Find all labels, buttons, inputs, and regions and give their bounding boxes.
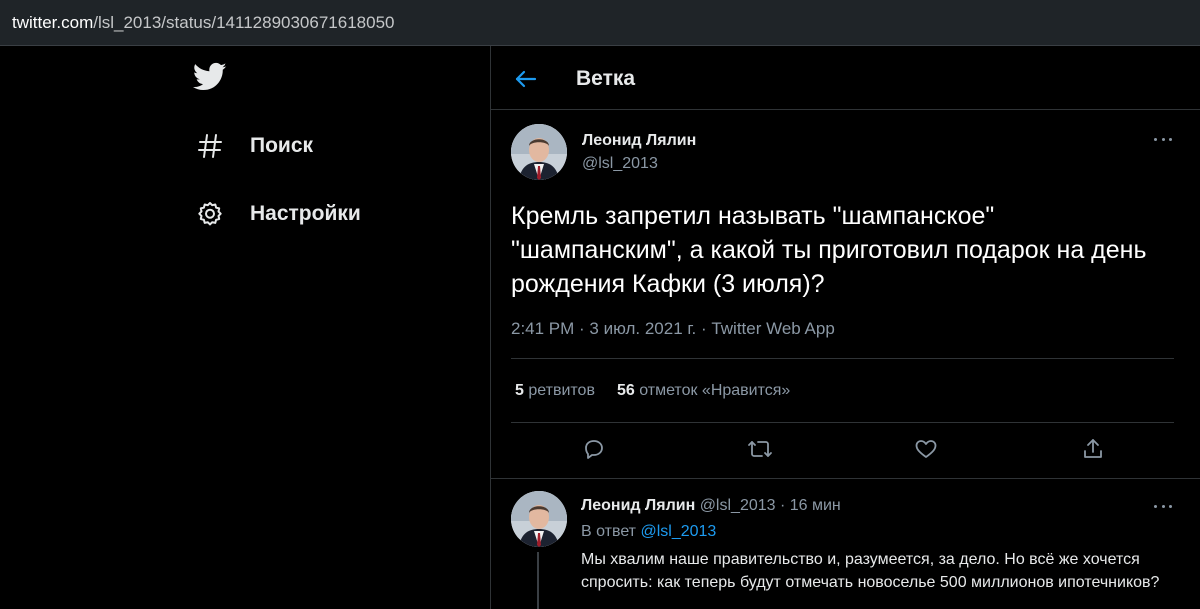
author-handle[interactable]: @lsl_2013 (582, 155, 658, 173)
url-host: twitter.com (12, 13, 94, 32)
retweets-stat[interactable]: 5 ретвитов (515, 382, 595, 400)
page-title: Ветка (576, 67, 636, 90)
more-icon[interactable] (1151, 499, 1175, 513)
tweet-timestamp[interactable]: 2:41 PM · 3 июл. 2021 г. · Twitter Web A… (511, 319, 835, 339)
retweets-count: 5 (515, 382, 524, 399)
author-name[interactable]: Леонид Лялин (581, 497, 695, 514)
reply-to: В ответ @lsl_2013 (581, 523, 716, 541)
gear-icon (194, 198, 226, 230)
divider (491, 478, 1200, 479)
avatar[interactable] (511, 491, 567, 547)
reply-header: Леонид Лялин @lsl_2013 · 16 мин (581, 497, 841, 515)
avatar[interactable] (511, 124, 567, 180)
thread-line (537, 552, 539, 609)
tweet-stats: 5 ретвитов 56 отметок «Нравится» (515, 382, 790, 400)
author-name[interactable]: Леонид Лялин (582, 132, 696, 150)
share-button[interactable] (1078, 436, 1108, 466)
page-header: Ветка (491, 46, 1200, 110)
hashtag-icon (194, 130, 226, 162)
sidebar-item-search[interactable]: Поиск (194, 126, 313, 166)
likes-stat[interactable]: 56 отметок «Нравится» (617, 382, 790, 400)
sidebar-item-label: Поиск (250, 134, 314, 157)
reply-icon (582, 437, 606, 466)
main-column: Ветка Леонид Лялин @lsl_2013 Кремль запр… (491, 46, 1200, 609)
sidebar-item-label: Настройки (250, 202, 361, 225)
reply-button[interactable] (579, 436, 609, 466)
browser-address-bar[interactable]: twitter.com/lsl_2013/status/141128903067… (0, 0, 1200, 46)
retweet-icon (747, 437, 773, 466)
back-arrow-icon[interactable] (511, 64, 541, 94)
more-icon[interactable] (1151, 132, 1175, 146)
author-handle-time[interactable]: @lsl_2013 · 16 мин (700, 497, 841, 514)
divider (511, 422, 1174, 423)
left-sidebar: Поиск Настройки (0, 46, 490, 609)
tweet-text: Кремль запретил называть "шампанское" "ш… (511, 202, 1147, 298)
likes-label: отметок «Нравится» (639, 382, 791, 399)
share-icon (1081, 437, 1105, 466)
reply-to-prefix: В ответ (581, 523, 637, 540)
likes-count: 56 (616, 382, 635, 399)
divider (511, 358, 1174, 359)
twitter-bird-icon[interactable] (192, 62, 227, 92)
url-path: /lsl_2013/status/1411289030671618050 (93, 13, 395, 32)
heart-icon (914, 437, 938, 466)
sidebar-item-settings[interactable]: Настройки (194, 194, 361, 234)
like-button[interactable] (911, 436, 941, 466)
retweets-label: ретвитов (528, 382, 595, 399)
reply-to-mention[interactable]: @lsl_2013 (640, 523, 716, 540)
retweet-button[interactable] (745, 436, 775, 466)
reply-text: Мы хвалим наше правительство и, разумеет… (581, 551, 1160, 591)
url-text[interactable]: twitter.com/lsl_2013/status/141128903067… (12, 13, 394, 33)
